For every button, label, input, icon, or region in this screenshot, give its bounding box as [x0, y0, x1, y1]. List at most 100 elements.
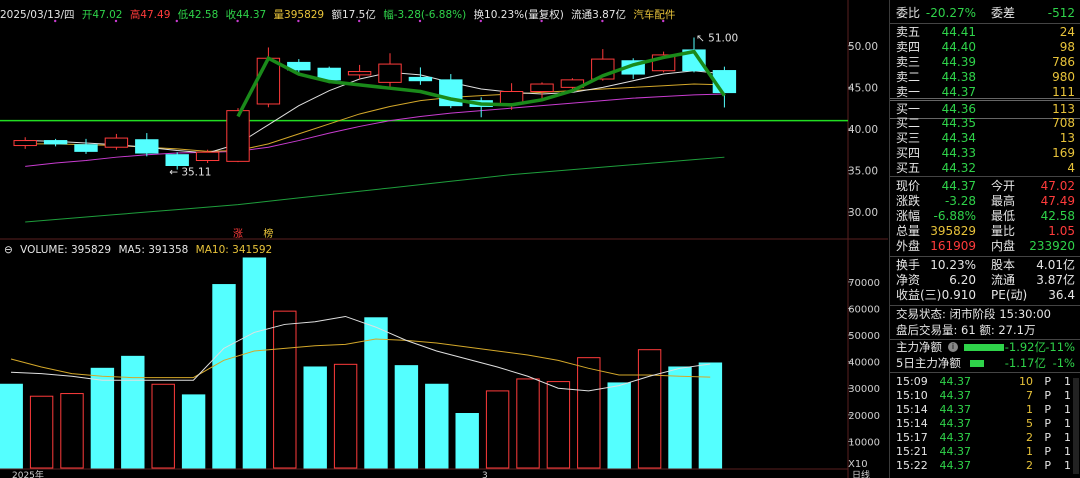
- candle-body: [378, 63, 402, 83]
- candle-body: [43, 140, 68, 145]
- info-float: 流通3.87亿: [571, 9, 627, 21]
- volume-bar: [121, 355, 145, 469]
- after-hours-row: 盘后交易量: 61 额: 27.1万: [890, 322, 1080, 339]
- stat2-value: 0.910: [941, 288, 976, 302]
- volume-title: VOLUME: 395829: [20, 244, 112, 256]
- volume-bar: [273, 310, 297, 469]
- weicha2-label: 委差: [991, 6, 1016, 20]
- candle-body: [195, 151, 220, 162]
- volume-tick-label: 40000: [848, 358, 880, 369]
- volume-bar: [394, 365, 419, 469]
- info-date: 2025/03/13/四: [0, 9, 75, 21]
- tick-count: 1: [1064, 459, 1071, 472]
- price-tick-label: 45.00: [848, 82, 878, 94]
- stat-label: 外盘: [896, 239, 921, 253]
- bid-row[interactable]: 买五 44.32 4: [890, 160, 1080, 177]
- info-icon[interactable]: i: [948, 342, 958, 352]
- price-tick-label: 40.00: [848, 124, 878, 136]
- tick-row[interactable]: 15:22 44.37 2 P 1: [890, 457, 1080, 474]
- volume-ma5: MA5: 391358: [118, 244, 189, 256]
- weicha2-value: -512: [1047, 6, 1075, 20]
- flow5-row[interactable]: 5日主力净额 -1.17亿 -1%: [890, 355, 1080, 372]
- info-open: 开47.02: [81, 9, 123, 21]
- candle-body: [104, 137, 129, 148]
- ma-white-line: [25, 70, 725, 154]
- main-flow-value: -1.92亿: [1004, 340, 1046, 354]
- tick-scrollbar[interactable]: [1073, 378, 1079, 474]
- info-volume: 量395829: [273, 9, 325, 21]
- after-hours-text: 盘后交易量: 61 额: 27.1万: [896, 323, 1036, 337]
- info-high: 高47.49: [129, 9, 171, 21]
- volume-tick-label: 10000: [848, 437, 880, 448]
- volume-collapse-icon[interactable]: ⊖: [4, 244, 13, 256]
- volume-chart[interactable]: 70000 60000 50000 40000 30000 20000 10000 X10 20…: [0, 240, 888, 478]
- weicha-value: -20.27%: [925, 6, 976, 20]
- volume-bar: [242, 257, 267, 469]
- trade-status-label: 交易状态: 闭市阶段: [896, 307, 996, 321]
- bid-label: 买五: [896, 161, 921, 175]
- volume-bar: [333, 363, 358, 469]
- stat2-value: 36.4: [1048, 288, 1075, 302]
- chart-area[interactable]: 50.00 45.00 40.00 35.00 30.00 ↖ 51.00 ← 35.11 涨…: [0, 0, 888, 478]
- bid-volume: 4: [1067, 161, 1075, 175]
- info-change: 幅-3.28(-6.88%): [383, 9, 467, 21]
- stat2-row: 收益(三) 0.910 PE(动) 36.4: [890, 287, 1080, 304]
- info-turnover: 换10.23%(量复权): [473, 9, 564, 21]
- volume-bar: [516, 378, 540, 469]
- volume-bar: [0, 383, 23, 469]
- divider: [890, 176, 1080, 177]
- candle-body: [74, 144, 98, 152]
- volume-ma10-line: [10, 338, 711, 379]
- main-flow-row[interactable]: 主力净额 i -1.92亿 -11%: [890, 339, 1080, 356]
- info-bar: 2025/03/13/四 开47.02 高47.49 低42.58 收44.37…: [0, 7, 679, 22]
- candle-body: [165, 154, 189, 167]
- x-axis-month-label: 3: [482, 471, 488, 478]
- info-close: 收44.37: [225, 9, 267, 21]
- info-sector[interactable]: 汽车配件: [633, 9, 675, 21]
- trade-status-row: 交易状态: 闭市阶段 15:30:00: [890, 306, 1080, 323]
- volume-tick-label: 60000: [848, 304, 880, 315]
- main-flow-pct: -11%: [1045, 340, 1075, 354]
- weicha-row: 委比 -20.27% 委差 -512: [890, 5, 1080, 22]
- price-chart[interactable]: 50.00 45.00 40.00 35.00 30.00 ↖ 51.00 ← 35.11 涨…: [0, 0, 888, 240]
- stat-value: 161909: [930, 239, 976, 253]
- volume-bar: [151, 383, 175, 469]
- stat2-label: 收益(三): [896, 288, 942, 302]
- volume-ma5-line: [10, 315, 711, 392]
- tick-flag: P: [1044, 459, 1051, 472]
- volume-bar: [668, 366, 692, 469]
- volume-bar: [303, 366, 327, 469]
- flow5-bar: [970, 360, 984, 367]
- price-tick-label: 50.00: [848, 41, 878, 53]
- tick-price: 44.37: [939, 459, 972, 472]
- candle-body: [408, 76, 433, 82]
- volume-bar: [60, 393, 84, 469]
- flow5-pct: -1%: [1052, 356, 1075, 370]
- volume-bar: [637, 349, 662, 469]
- price-tick-label: 30.00: [848, 207, 878, 219]
- tick-time: 15:22: [896, 459, 928, 472]
- candle-body: [347, 71, 372, 76]
- flow5-label: 5日主力净额: [896, 356, 961, 370]
- volume-bar: [577, 357, 601, 469]
- info-amount: 额17.5亿: [331, 9, 376, 21]
- volume-bar: [485, 390, 510, 469]
- event-marker: 榜: [263, 227, 273, 240]
- volume-bar: [455, 413, 479, 469]
- stat-value: 233920: [1029, 239, 1075, 253]
- volume-tick-label: 50000: [848, 331, 880, 342]
- volume-tick-label: 30000: [848, 384, 880, 395]
- candle-body: [13, 140, 37, 147]
- ma-green-line: [25, 156, 725, 223]
- ma-purple-line: [25, 93, 725, 167]
- candle-body: [530, 83, 554, 93]
- volume-legend: ⊖ VOLUME: 395829 MA5: 391358 MA10: 34159…: [4, 244, 276, 256]
- low-price-label: ← 35.11: [169, 167, 211, 179]
- x-axis-year-label: 2025年: [12, 469, 44, 478]
- flow5-value: -1.17亿: [1004, 356, 1046, 370]
- stat-label: 内盘: [991, 239, 1016, 253]
- volume-bar: [212, 284, 236, 469]
- price-tick-label: 35.00: [848, 165, 878, 177]
- candle-body: [256, 57, 281, 105]
- bid-price: 44.32: [941, 161, 976, 175]
